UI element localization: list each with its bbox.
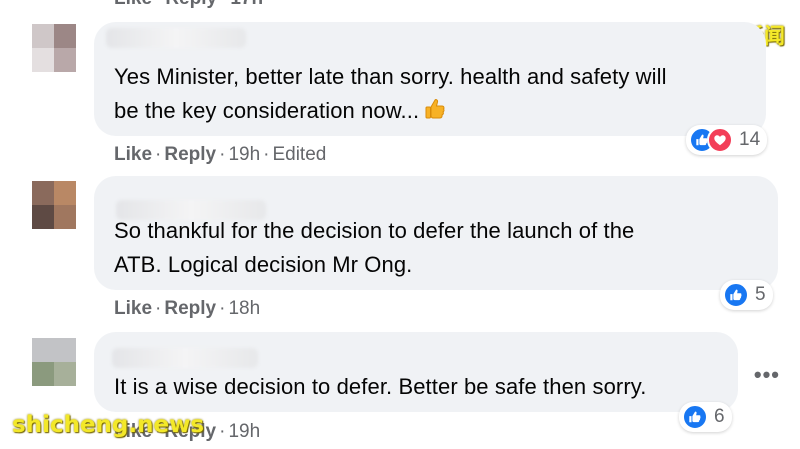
comment-time[interactable]: 19h: [228, 144, 260, 165]
separator-dot: ·: [219, 144, 226, 165]
reaction-summary[interactable]: 6: [679, 402, 732, 432]
like-link[interactable]: Like: [114, 0, 152, 9]
avatar[interactable]: [32, 338, 76, 386]
reaction-count: 14: [739, 129, 761, 150]
comment-text-line: It is a wise decision to defer. Better b…: [114, 374, 647, 399]
reply-link[interactable]: Reply: [164, 298, 216, 319]
commenter-name-blurred[interactable]: [112, 348, 258, 368]
separator-dot: ·: [155, 144, 162, 165]
reaction-summary[interactable]: 5: [720, 280, 773, 310]
comment-bubble: So thankful for the decision to defer th…: [94, 176, 778, 290]
comment-text-line: ATB. Logical decision Mr Ong.: [114, 252, 413, 277]
edited-label[interactable]: Edited: [272, 144, 326, 165]
more-options-icon[interactable]: •••: [754, 362, 780, 388]
comment-text-segment: be the key consideration now...: [114, 98, 420, 123]
like-reaction-icon: [682, 404, 708, 430]
commenter-name-blurred[interactable]: [106, 28, 246, 48]
comment-text: So thankful for the decision to defer th…: [114, 214, 634, 282]
thumbs-up-icon: [423, 97, 447, 131]
comment-text-line: So thankful for the decision to defer th…: [114, 218, 635, 243]
comment-text-line: Yes Minister, better late than sorry. he…: [114, 64, 667, 89]
comment-actions: Like · Reply · 18h: [114, 298, 260, 320]
comment-bubble: It is a wise decision to defer. Better b…: [94, 332, 738, 412]
like-link[interactable]: Like: [114, 144, 152, 165]
comment-actions: Like · Reply · 19h · Edited: [114, 144, 326, 166]
avatar[interactable]: [32, 24, 76, 72]
comment-text-line: be the key consideration now...: [114, 94, 667, 131]
separator-dot: ·: [263, 144, 270, 165]
separator-dot: ·: [219, 298, 226, 319]
previous-comment-actions: Like Reply 17h: [114, 0, 271, 10]
comment-text: Yes Minister, better late than sorry. he…: [114, 60, 667, 131]
like-link[interactable]: Like: [114, 298, 152, 319]
reaction-count: 5: [755, 284, 766, 305]
avatar[interactable]: [32, 181, 76, 229]
comment-time[interactable]: 17h: [230, 0, 263, 9]
comment-text: It is a wise decision to defer. Better b…: [114, 370, 646, 404]
comment-time[interactable]: 19h: [228, 421, 260, 442]
reply-link[interactable]: Reply: [164, 144, 216, 165]
reaction-count: 6: [714, 406, 725, 427]
comment-bubble: Yes Minister, better late than sorry. he…: [94, 22, 766, 136]
reply-link[interactable]: Reply: [165, 0, 217, 9]
reaction-summary[interactable]: 14: [686, 125, 768, 155]
comment-time[interactable]: 18h: [228, 298, 260, 319]
love-reaction-icon: [707, 127, 733, 153]
like-reaction-icon: [723, 282, 749, 308]
separator-dot: ·: [155, 298, 162, 319]
watermark-english: shicheng.news: [12, 412, 205, 438]
separator-dot: ·: [219, 421, 226, 442]
